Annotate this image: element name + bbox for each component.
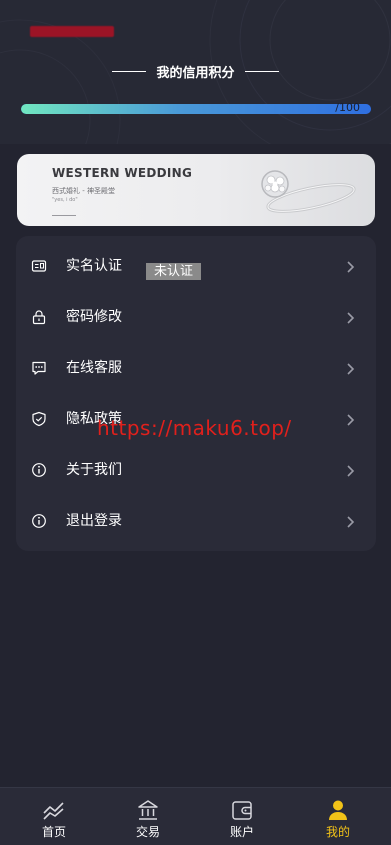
watermark-url: https://maku6.top/ [97, 416, 292, 440]
chevron-right-icon [347, 516, 355, 528]
chevron-right-icon [347, 312, 355, 324]
title-left-rule [112, 70, 147, 72]
promo-banner[interactable]: WESTERN WEDDING 西式婚礼 - 神圣殿堂 "yes, i do" [17, 154, 375, 226]
ring-image [261, 170, 356, 213]
credit-title-text: 我的信用积分 [156, 65, 235, 81]
menu-item-real-name[interactable]: 实名认证 未认证 [16, 241, 376, 292]
credit-progress-text: /100 [335, 101, 360, 114]
tab-home[interactable]: 首页 [24, 788, 84, 845]
chevron-right-icon [347, 465, 355, 477]
user-icon [329, 800, 347, 820]
banner-title: WESTERN WEDDING [52, 166, 193, 180]
chevron-right-icon [347, 261, 355, 273]
bottom-tab-bar: 首页 交易 账户 我的 [0, 787, 391, 845]
settings-menu: 实名认证 未认证 密码修改 在线客服 隐私政策 关于我们 退出登录 [16, 236, 376, 551]
tab-label-home: 首页 [41, 825, 66, 839]
credit-header: 我的信用积分 /100 [0, 0, 391, 144]
info-icon [32, 463, 46, 477]
banner-rule [52, 215, 76, 216]
menu-label-real-name: 实名认证 [66, 258, 122, 274]
shield-icon [32, 411, 46, 427]
menu-label-password: 密码修改 [66, 309, 122, 325]
menu-item-about[interactable]: 关于我们 [16, 445, 376, 496]
menu-item-password[interactable]: 密码修改 [16, 292, 376, 343]
banner-subtitle: 西式婚礼 - 神圣殿堂 [52, 187, 115, 195]
tab-trade[interactable]: 交易 [118, 788, 178, 845]
id-card-icon [31, 260, 47, 272]
menu-item-logout[interactable]: 退出登录 [16, 496, 376, 547]
tab-label-account: 账户 [229, 825, 254, 839]
app-logo [30, 26, 114, 37]
tab-label-trade: 交易 [135, 825, 160, 839]
bank-icon [138, 800, 158, 820]
tab-account[interactable]: 账户 [212, 788, 272, 845]
wallet-icon [232, 801, 252, 820]
chat-icon [32, 361, 46, 375]
verification-status-badge: 未认证 [146, 263, 202, 280]
menu-label-support: 在线客服 [66, 360, 122, 376]
tab-mine[interactable]: 我的 [308, 788, 368, 845]
lock-icon [32, 310, 46, 325]
chevron-right-icon [347, 414, 355, 426]
banner-quote: "yes, i do" [52, 197, 78, 203]
menu-item-support[interactable]: 在线客服 [16, 343, 376, 394]
menu-label-logout: 退出登录 [66, 513, 122, 529]
info-icon [32, 514, 46, 528]
credit-score-title: 我的信用积分 [0, 61, 391, 81]
title-right-rule [244, 70, 279, 72]
chevron-right-icon [347, 363, 355, 375]
menu-label-about: 关于我们 [66, 462, 122, 478]
chart-line-icon [43, 802, 64, 820]
tab-label-mine: 我的 [325, 825, 350, 839]
